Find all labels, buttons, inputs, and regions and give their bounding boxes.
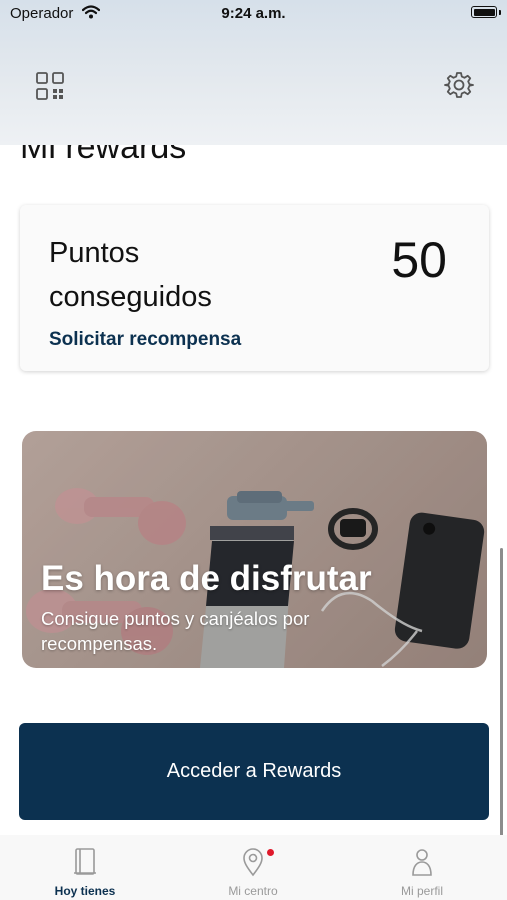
points-card: Puntos conseguidos 50 Solicitar recompen…: [20, 205, 489, 371]
qr-code-icon: [36, 72, 64, 100]
tab-mi-perfil[interactable]: Mi perfil: [362, 835, 482, 900]
person-icon: [412, 849, 432, 876]
tab-label: Mi centro: [228, 884, 278, 898]
battery-icon: [471, 6, 497, 18]
tab-label: Hoy tienes: [54, 884, 116, 898]
header-bar: Operador 9:24 a.m.: [0, 0, 507, 145]
settings-button[interactable]: [444, 70, 474, 100]
promo-title: Es hora de disfrutar: [41, 559, 372, 598]
notebook-icon: [74, 848, 96, 875]
gear-icon: [444, 72, 474, 98]
tab-label: Mi perfil: [400, 884, 443, 898]
tab-hoy-tienes[interactable]: Hoy tienes: [25, 835, 145, 900]
tab-bar: Hoy tienes Mi centro Mi perfil: [0, 835, 507, 900]
location-pin-icon: [243, 848, 263, 877]
scrollbar[interactable]: [500, 548, 503, 836]
qr-scan-button[interactable]: [34, 70, 66, 102]
tab-mi-centro[interactable]: Mi centro: [193, 835, 313, 900]
status-bar: Operador 9:24 a.m.: [0, 0, 507, 30]
access-rewards-button[interactable]: Acceder a Rewards: [19, 723, 489, 820]
promo-subtitle: Consigue puntos y canjéalos por recompen…: [41, 608, 310, 654]
request-reward-link[interactable]: Solicitar recompensa: [49, 329, 241, 351]
points-value: 50: [391, 232, 447, 288]
points-label: Puntos conseguidos: [49, 237, 212, 313]
status-time: 9:24 a.m.: [221, 5, 286, 22]
promo-banner[interactable]: Es hora de disfrutar Consigue puntos y c…: [22, 431, 487, 668]
notification-badge: [267, 849, 274, 856]
